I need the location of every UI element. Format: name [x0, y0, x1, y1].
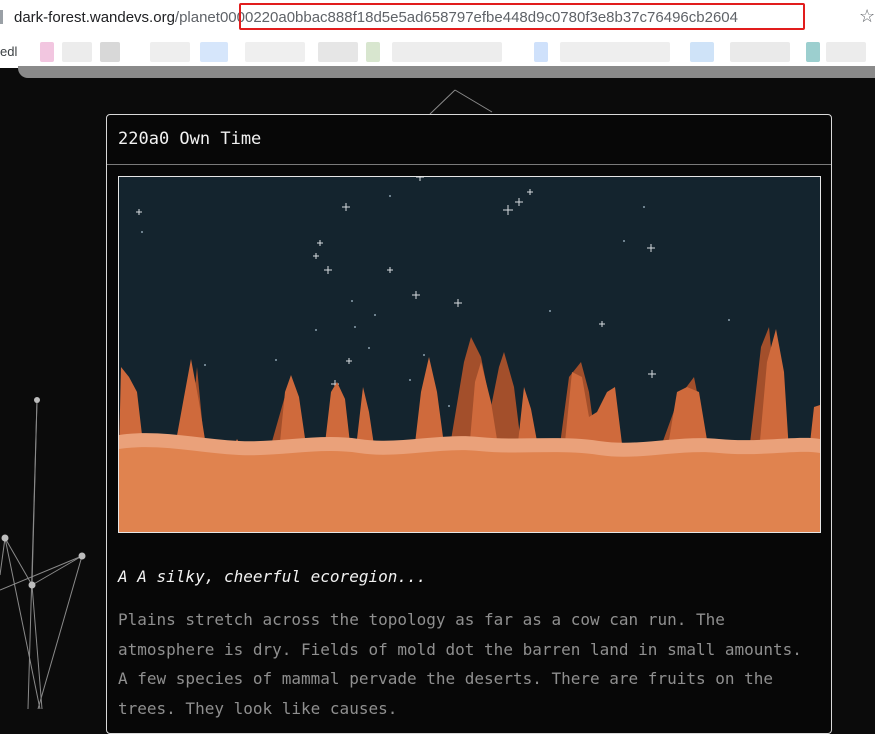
url-path: /planet	[174, 9, 220, 26]
bookmark-item[interactable]	[40, 42, 54, 62]
bookmark-item[interactable]	[534, 42, 548, 62]
bookmark-item[interactable]	[826, 42, 866, 62]
bookmark-item[interactable]	[690, 42, 714, 62]
url-host: dark-forest.wandevs.org	[14, 9, 175, 26]
planet-card: 220a0 Own Time A A silky, cheerful ecore…	[106, 114, 832, 734]
bookmark-item[interactable]	[730, 42, 790, 62]
url-bar-edge	[0, 10, 3, 24]
bookmark-item[interactable]	[806, 42, 820, 62]
planet-title: 220a0 Own Time	[118, 129, 262, 149]
bookmark-item[interactable]	[560, 42, 670, 62]
bookmark-item[interactable]	[62, 42, 92, 62]
bookmark-item[interactable]	[150, 42, 190, 62]
bookmark-item[interactable]	[245, 42, 305, 62]
planet-description: Plains stretch across the topology as fa…	[118, 610, 802, 718]
ecoregion-heading: A A silky, cheerful ecoregion...	[118, 567, 427, 586]
bookmarks-bar: edl	[0, 36, 875, 68]
bookmark-item[interactable]	[200, 42, 228, 62]
url-id-highlight-box	[239, 3, 805, 30]
planet-landscape-image	[118, 176, 821, 533]
card-header: 220a0 Own Time	[107, 115, 831, 165]
bookmark-item[interactable]	[100, 42, 120, 62]
bookmark-item[interactable]	[318, 42, 358, 62]
star-icon[interactable]: ☆	[859, 6, 875, 26]
browser-url-bar[interactable]: dark-forest.wandevs.org/planet0000220a0b…	[0, 0, 875, 37]
bookmark-item[interactable]	[366, 42, 380, 62]
bookmark-item[interactable]	[392, 42, 502, 62]
bookmark-fragment[interactable]: edl	[0, 44, 17, 59]
chrome-shadow	[18, 66, 875, 78]
